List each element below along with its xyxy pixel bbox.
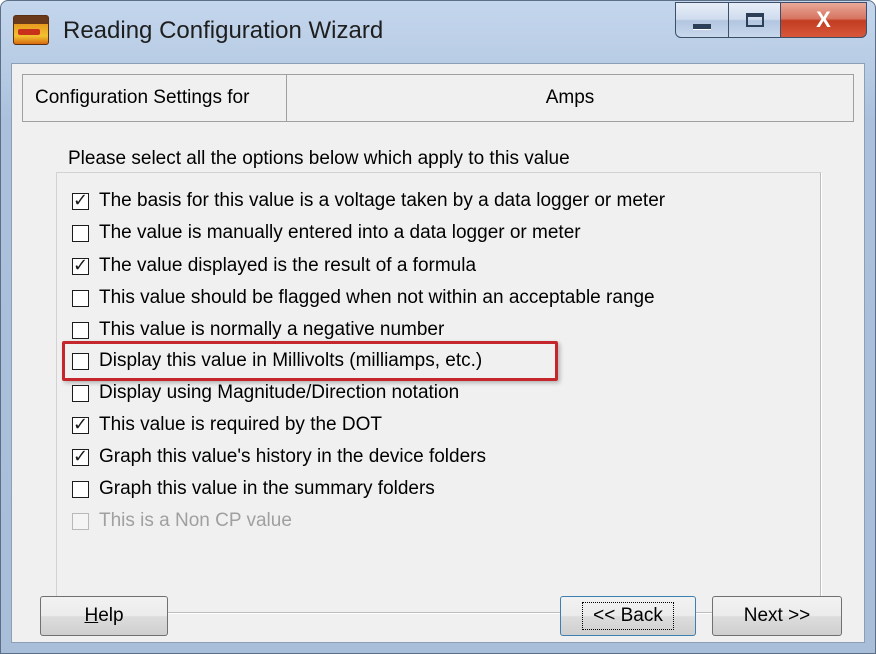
- option-label: This value should be flagged when not wi…: [99, 287, 655, 308]
- option-checkbox[interactable]: [72, 384, 89, 402]
- configuration-settings-value: Amps: [545, 87, 595, 108]
- option-negative-number[interactable]: This value is normally a negative number: [72, 317, 444, 343]
- options-prompt: Please select all the options below whic…: [68, 148, 570, 169]
- option-checkbox[interactable]: [72, 255, 89, 276]
- option-label: The value displayed is the result of a f…: [99, 255, 477, 276]
- option-checkbox[interactable]: [72, 446, 89, 467]
- window-title: Reading Configuration Wizard: [63, 17, 384, 44]
- option-magnitude-direction[interactable]: Display using Magnitude/Direction notati…: [72, 380, 459, 406]
- dialog-client-area: Configuration Settings for Amps Please s…: [11, 63, 865, 643]
- close-icon: X: [816, 7, 831, 32]
- millivolts-highlight-annotation: [62, 341, 558, 381]
- option-checkbox: [72, 512, 89, 530]
- option-checkbox[interactable]: [72, 321, 89, 339]
- help-button[interactable]: Help: [40, 596, 168, 636]
- title-bar[interactable]: Reading Configuration Wizard X: [1, 1, 875, 63]
- option-label: Graph this value in the summary folders: [99, 478, 435, 499]
- maximize-icon: [745, 13, 764, 27]
- next-button[interactable]: Next >>: [712, 596, 842, 636]
- minimize-button[interactable]: [675, 2, 729, 38]
- option-checkbox[interactable]: [72, 224, 89, 242]
- option-formula-result[interactable]: The value displayed is the result of a f…: [72, 253, 476, 279]
- wizard-window: Reading Configuration Wizard X Configura…: [0, 0, 876, 654]
- option-graph-summary-folders[interactable]: Graph this value in the summary folders: [72, 476, 435, 502]
- option-label: Graph this value's history in the device…: [99, 446, 486, 467]
- back-button-label: << Back: [582, 602, 674, 630]
- option-checkbox[interactable]: [72, 480, 89, 498]
- close-button[interactable]: X: [781, 2, 867, 38]
- option-label: The basis for this value is a voltage ta…: [99, 190, 666, 211]
- app-logo-icon: [13, 15, 49, 45]
- caption-buttons: X: [675, 2, 867, 40]
- option-required-dot[interactable]: This value is required by the DOT: [72, 412, 382, 438]
- option-label: This value is required by the DOT: [99, 414, 383, 435]
- option-label: The value is manually entered into a dat…: [99, 222, 581, 243]
- next-button-label: Next >>: [743, 605, 811, 626]
- option-voltage-basis[interactable]: The basis for this value is a voltage ta…: [72, 188, 665, 214]
- back-button[interactable]: << Back: [560, 596, 696, 636]
- option-label: This value is normally a negative number: [99, 319, 445, 340]
- maximize-button[interactable]: [729, 2, 781, 38]
- configuration-settings-header: Configuration Settings for Amps: [22, 74, 854, 122]
- option-manually-entered[interactable]: The value is manually entered into a dat…: [72, 220, 581, 246]
- configuration-settings-label: Configuration Settings for: [23, 75, 287, 121]
- option-checkbox[interactable]: [72, 414, 89, 435]
- option-non-cp-value: This is a Non CP value: [72, 508, 292, 534]
- minimize-icon: [693, 23, 711, 29]
- help-button-label: Help: [84, 605, 124, 626]
- option-checkbox[interactable]: [72, 190, 89, 211]
- option-checkbox[interactable]: [72, 289, 89, 307]
- option-flag-range[interactable]: This value should be flagged when not wi…: [72, 285, 655, 311]
- option-label: Display using Magnitude/Direction notati…: [99, 382, 460, 403]
- option-label: This is a Non CP value: [99, 510, 292, 531]
- option-graph-device-folders[interactable]: Graph this value's history in the device…: [72, 444, 486, 470]
